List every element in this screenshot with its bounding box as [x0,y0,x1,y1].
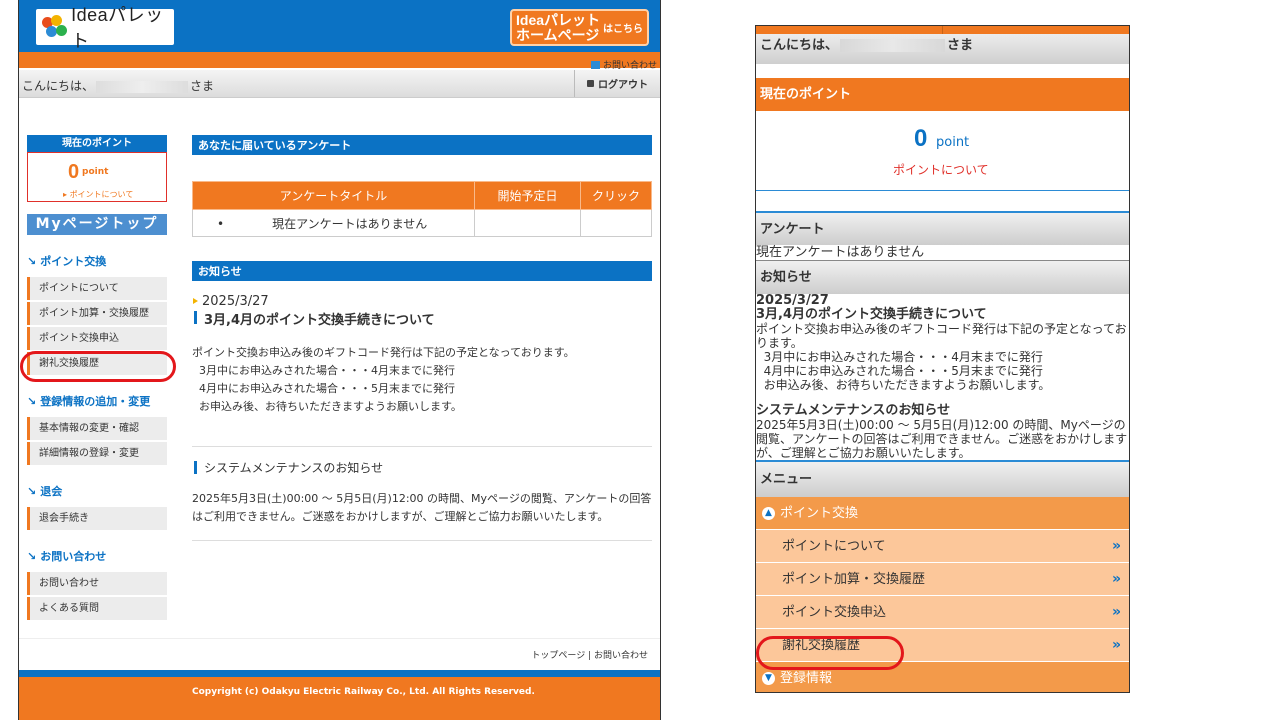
chevron-right-icon: » [1111,637,1121,653]
mobile-news-date: 2025/3/27 [756,293,829,308]
points-box: 0 point ▸ ポイントについて [27,152,167,202]
chevron-right-icon: » [1111,604,1121,620]
survey-table: アンケートタイトル 開始予定日 クリック • 現在アンケートはありません [192,181,652,237]
news-body: ポイント交換お申込み後のギフトコード発行は下記の予定となっております。 3月中に… [192,346,575,413]
points-about-link[interactable]: ▸ ポイントについて [63,189,133,200]
chevron-right-icon: » [1111,571,1121,587]
arrow-icon: ↘ [27,484,37,498]
table-row: • 現在アンケートはありません [192,209,652,237]
mobile-menu-header: メニュー [756,462,1129,497]
points-value: 0 [68,161,80,183]
section-title-registration: ↘ 登録情報の追加・変更 [27,394,151,409]
chevron-right-icon: » [1111,538,1121,554]
mobile-news-title: 3月,4月のポイント交換手続きについて [756,307,987,322]
palette-logo-icon [42,15,67,39]
footer-links[interactable]: トップページ | お問い合わせ [531,648,648,661]
mobile-survey-header: アンケート [756,211,1129,245]
greeting-prefix: こんにちは、 [22,79,95,93]
sidebar-item-contact[interactable]: お問い合わせ [27,572,167,595]
highlight-circle [20,351,176,382]
news-title-2: システムメンテナンスのお知らせ [192,459,652,476]
copyright: Copyright (c) Odakyu Electric Railway Co… [192,687,535,697]
sidebar-item-detail-info[interactable]: 詳細情報の登録・変更 [27,442,167,465]
mobile-points-about-link[interactable]: ポイントについて [893,161,989,178]
chevron-down-icon: ▼ [762,671,775,685]
col-click: クリック [580,181,652,210]
points-unit: point [82,167,109,177]
mobile-survey-empty: 現在アンケートはありません [756,245,925,260]
news-title: 3月,4月のポイント交換手続きについて [192,309,652,328]
logout-label: ログアウト [598,80,648,91]
survey-empty-text: 現在アンケートはありません [272,216,428,231]
mobile-news-header: お知らせ [756,260,1129,294]
menu-category-point-exchange[interactable]: ▲ ポイント交換 [756,497,1129,530]
footer [19,677,660,720]
mobile-greeting: こんにちは、 さま [756,34,1129,64]
points-header: 現在のポイント [27,135,167,152]
arrow-icon: ↘ [27,394,37,408]
logo-text: Ideaパレット [71,5,164,51]
mobile-points-value: 0 [914,125,928,152]
mobile-news-body: ポイント交換お申込み後のギフトコード発行は下記の予定となってお ります。 3月中… [756,322,1127,392]
greeting-bar: こんにちは、 さま ログアウト [19,70,660,98]
mobile-news-body-2: 2025年5月3日(土)00:00 ～ 5月5日(月)12:00 の時間、Myペ… [756,418,1128,460]
sidebar-item-basic-info[interactable]: 基本情報の変更・確認 [27,417,167,440]
sidebar-item-points-about[interactable]: ポイントについて [27,277,167,300]
mobile-news: 2025/3/27 3月,4月のポイント交換手続きについて ポイント交換お申込み… [756,293,1129,393]
bullet: • [217,216,225,231]
section-title-withdraw: ↘ 退会 [27,484,63,499]
lock-icon [587,80,594,87]
pc-page: Ideaパレット Ideaパレット ホームページ はこちら お問い合わせ こんに… [18,0,661,720]
site-header: Ideaパレット Ideaパレット ホームページ はこちら [19,0,660,52]
news-separator [192,540,652,541]
chevron-up-icon: ▲ [762,506,775,520]
arrow-icon: ↘ [27,549,37,563]
news-body-2: 2025年5月3日(土)00:00 ～ 5月5日(月)12:00 の時間、Myペ… [192,492,652,523]
mobile-points-area: 0 point ポイントについて [756,111,1129,191]
col-survey-title: アンケートタイトル [192,181,475,210]
sidebar-item-points-history[interactable]: ポイント加算・交換履歴 [27,302,167,325]
arrow-icon: ↘ [27,254,37,268]
greeting-suffix: さま [190,79,215,93]
greeting: こんにちは、 さま [22,77,214,94]
blurred-username [840,39,946,52]
mobile-points-unit: point [936,135,970,150]
homepage-button-small: はこちら [603,24,643,35]
menu-item-points-exchange[interactable]: ポイント交換申込» [756,596,1129,629]
col-start-date: 開始予定日 [474,181,581,210]
logout-button[interactable]: ログアウト [574,70,660,97]
section-title-contact: ↘ お問い合わせ [27,549,107,564]
mypage-top-button[interactable]: Myページトップ [27,214,167,235]
survey-header: あなたに届いているアンケート [192,135,652,155]
sidebar-item-withdraw[interactable]: 退会手続き [27,507,167,530]
mail-icon [590,60,600,69]
greeting-suffix: さま [947,38,974,53]
survey-empty-cell: • 現在アンケートはありません [192,209,475,237]
news-separator [192,446,652,447]
main-content: あなたに届いているアンケート アンケートタイトル 開始予定日 クリック • 現在ア… [192,135,652,541]
site-logo[interactable]: Ideaパレット [36,5,174,51]
greeting-prefix: こんにちは、 [760,38,839,53]
news-header: お知らせ [192,261,652,281]
mobile-news-title-2: システムメンテナンスのお知らせ [756,403,951,418]
homepage-button[interactable]: Ideaパレット ホームページ はこちら [510,9,649,46]
mobile-points-header: 現在のポイント [756,78,1129,111]
footer-line [19,638,660,639]
blurred-username [96,80,189,93]
section-title-point-exchange: ↘ ポイント交換 [27,254,107,269]
menu-item-points-about[interactable]: ポイントについて» [756,530,1129,563]
sidebar-item-points-exchange[interactable]: ポイント交換申込 [27,327,167,350]
news-date: 2025/3/27 [192,294,652,309]
mobile-top-bar [756,26,1129,34]
menu-item-points-history[interactable]: ポイント加算・交換履歴» [756,563,1129,596]
footer-blue-bar [19,670,660,677]
mobile-page: こんにちは、 さま 現在のポイント 0 point ポイントについて アンケート … [755,25,1130,693]
orange-bar [19,52,660,68]
sidebar-item-faq[interactable]: よくある質問 [27,597,167,620]
mobile-news-2: システムメンテナンスのお知らせ 2025年5月3日(土)00:00 ～ 5月5日… [756,404,1129,462]
highlight-circle [756,636,904,670]
